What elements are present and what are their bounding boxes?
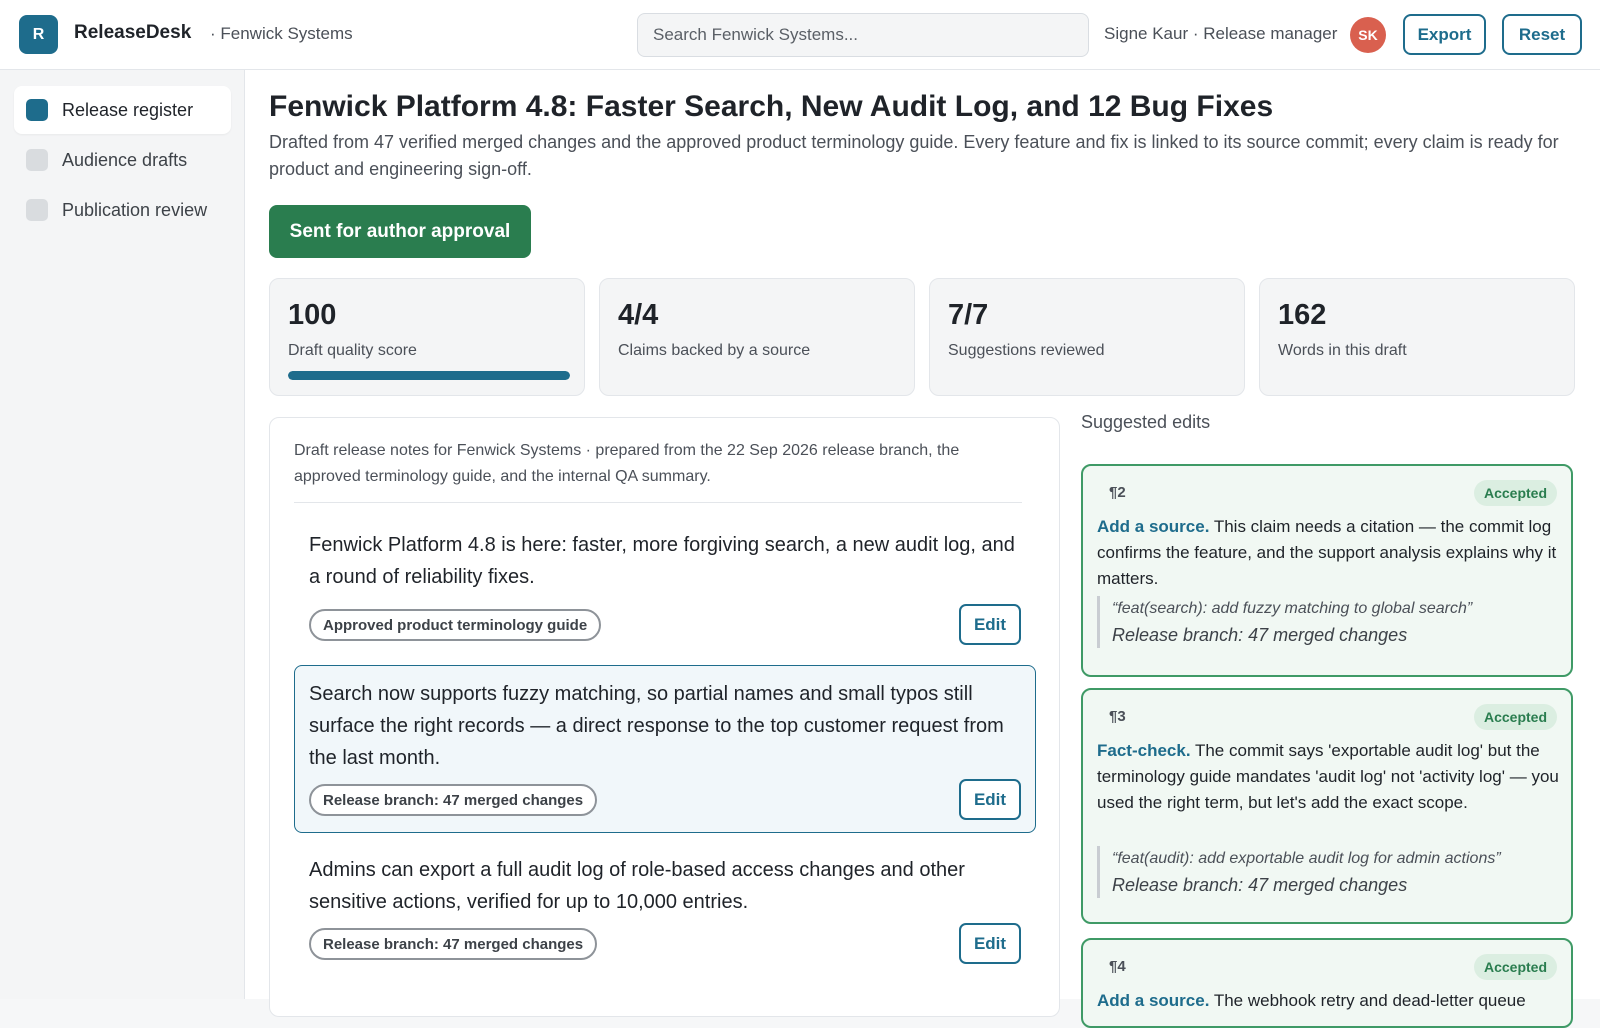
stat-value: 100 [288, 299, 337, 331]
sidebar-item-audience-drafts[interactable]: Audience drafts [14, 136, 231, 184]
source-pill[interactable]: Release branch: 47 merged changes [309, 784, 598, 816]
edit-button[interactable]: Edit [959, 604, 1021, 645]
draft-paragraph[interactable]: Admins can export a full audit log of ro… [294, 841, 1036, 981]
suggestion-kind-link[interactable]: Add a source. [1097, 991, 1209, 1010]
author-approval-status-button[interactable]: Sent for author approval [269, 205, 531, 258]
suggestion-kind-link[interactable]: Fact-check. [1097, 741, 1191, 760]
sidebar-item-publication-review[interactable]: Publication review [14, 186, 231, 234]
avatar[interactable]: SK [1350, 17, 1386, 53]
paragraph-marker: ¶3 [1109, 708, 1126, 725]
stat-value: 7/7 [948, 299, 989, 331]
stat-label: Words in this draft [1278, 342, 1407, 359]
draft-paragraph[interactable]: Search now supports fuzzy matching, so p… [294, 665, 1036, 833]
stat-value: 4/4 [618, 299, 659, 331]
suggested-edits-title: Suggested edits [1081, 412, 1211, 432]
draft-intro: Draft release notes for Fenwick Systems … [294, 438, 1022, 503]
reset-button[interactable]: Reset [1502, 14, 1582, 55]
stat-value: 162 [1278, 299, 1327, 331]
status-badge: Accepted [1473, 704, 1557, 730]
sidebar-item-label: Release register [62, 99, 194, 120]
paragraph-text: Search now supports fuzzy matching, so p… [309, 683, 1004, 769]
stat-card-words: 162 Words in this draft [1259, 278, 1575, 396]
suggestion-body: Add a source. The webhook retry and dead… [1097, 988, 1559, 1014]
draft-paragraph[interactable]: Fenwick Platform 4.8 is here: faster, mo… [294, 516, 1036, 646]
suggestion-card[interactable]: ¶2 Accepted Add a source. This claim nee… [1081, 464, 1573, 677]
quality-progress-fill [288, 371, 570, 380]
suggestion-quote: “feat(audit): add exportable audit log f… [1097, 846, 1559, 898]
commit-message: “feat(search): add fuzzy matching to glo… [1112, 600, 1473, 617]
nav-square-icon [26, 149, 48, 171]
nav-square-icon [26, 199, 48, 221]
suggestion-quote: “feat(search): add fuzzy matching to glo… [1097, 596, 1559, 648]
suggestion-source: Release branch: 47 merged changes [1112, 875, 1408, 895]
org-name: · Fenwick Systems [210, 24, 353, 43]
paragraph-text: Admins can export a full audit log of ro… [309, 859, 965, 913]
stat-card-suggestions: 7/7 Suggestions reviewed [929, 278, 1245, 396]
paragraph-text: Fenwick Platform 4.8 is here: faster, mo… [309, 534, 1015, 588]
user-label: Signe Kaur · Release manager [1104, 24, 1338, 43]
source-pill[interactable]: Release branch: 47 merged changes [309, 928, 598, 960]
stat-label: Suggestions reviewed [948, 342, 1105, 359]
main-content: Fenwick Platform 4.8: Faster Search, New… [245, 70, 1600, 1028]
edit-button[interactable]: Edit [959, 923, 1021, 964]
stat-card-claims: 4/4 Claims backed by a source [599, 278, 915, 396]
source-pill[interactable]: Approved product terminology guide [309, 609, 602, 641]
stat-label: Draft quality score [288, 342, 417, 359]
suggestion-body: Add a source. This claim needs a citatio… [1097, 514, 1559, 592]
paragraph-marker: ¶2 [1109, 484, 1126, 501]
sidebar-item-release-register[interactable]: Release register [14, 86, 231, 134]
edit-button[interactable]: Edit [959, 779, 1021, 820]
suggestion-text: The webhook retry and dead-letter queue [1213, 991, 1526, 1010]
stat-card-quality: 100 Draft quality score [269, 278, 585, 396]
app-logo[interactable]: R [19, 15, 58, 54]
page-title: Fenwick Platform 4.8: Faster Search, New… [269, 90, 1274, 123]
app-name: ReleaseDesk [74, 22, 192, 43]
quality-progress-bar [288, 371, 570, 380]
top-bar: R ReleaseDesk · Fenwick Systems Signe Ka… [0, 0, 1600, 70]
sidebar-item-label: Publication review [62, 199, 208, 220]
suggestion-source: Release branch: 47 merged changes [1112, 625, 1408, 645]
page-subtitle: Drafted from 47 verified merged changes … [269, 132, 1559, 179]
paragraph-marker: ¶4 [1109, 958, 1126, 975]
search-input[interactable] [637, 13, 1089, 57]
status-badge: Accepted [1473, 480, 1557, 506]
suggestion-card[interactable]: ¶3 Accepted Fact-check. The commit says … [1081, 688, 1573, 924]
suggestion-card[interactable]: ¶4 Accepted Add a source. The webhook re… [1081, 938, 1573, 1028]
draft-panel: Draft release notes for Fenwick Systems … [269, 417, 1060, 1017]
nav-square-icon [26, 99, 48, 121]
export-button[interactable]: Export [1403, 14, 1486, 55]
suggestion-body: Fact-check. The commit says 'exportable … [1097, 738, 1559, 816]
commit-message: “feat(audit): add exportable audit log f… [1112, 850, 1501, 867]
sidebar-item-label: Audience drafts [62, 149, 188, 170]
suggestion-kind-link[interactable]: Add a source. [1097, 517, 1209, 536]
status-badge: Accepted [1473, 954, 1557, 980]
stat-label: Claims backed by a source [618, 342, 811, 359]
sidebar: Release register Audience drafts Publica… [0, 70, 245, 999]
